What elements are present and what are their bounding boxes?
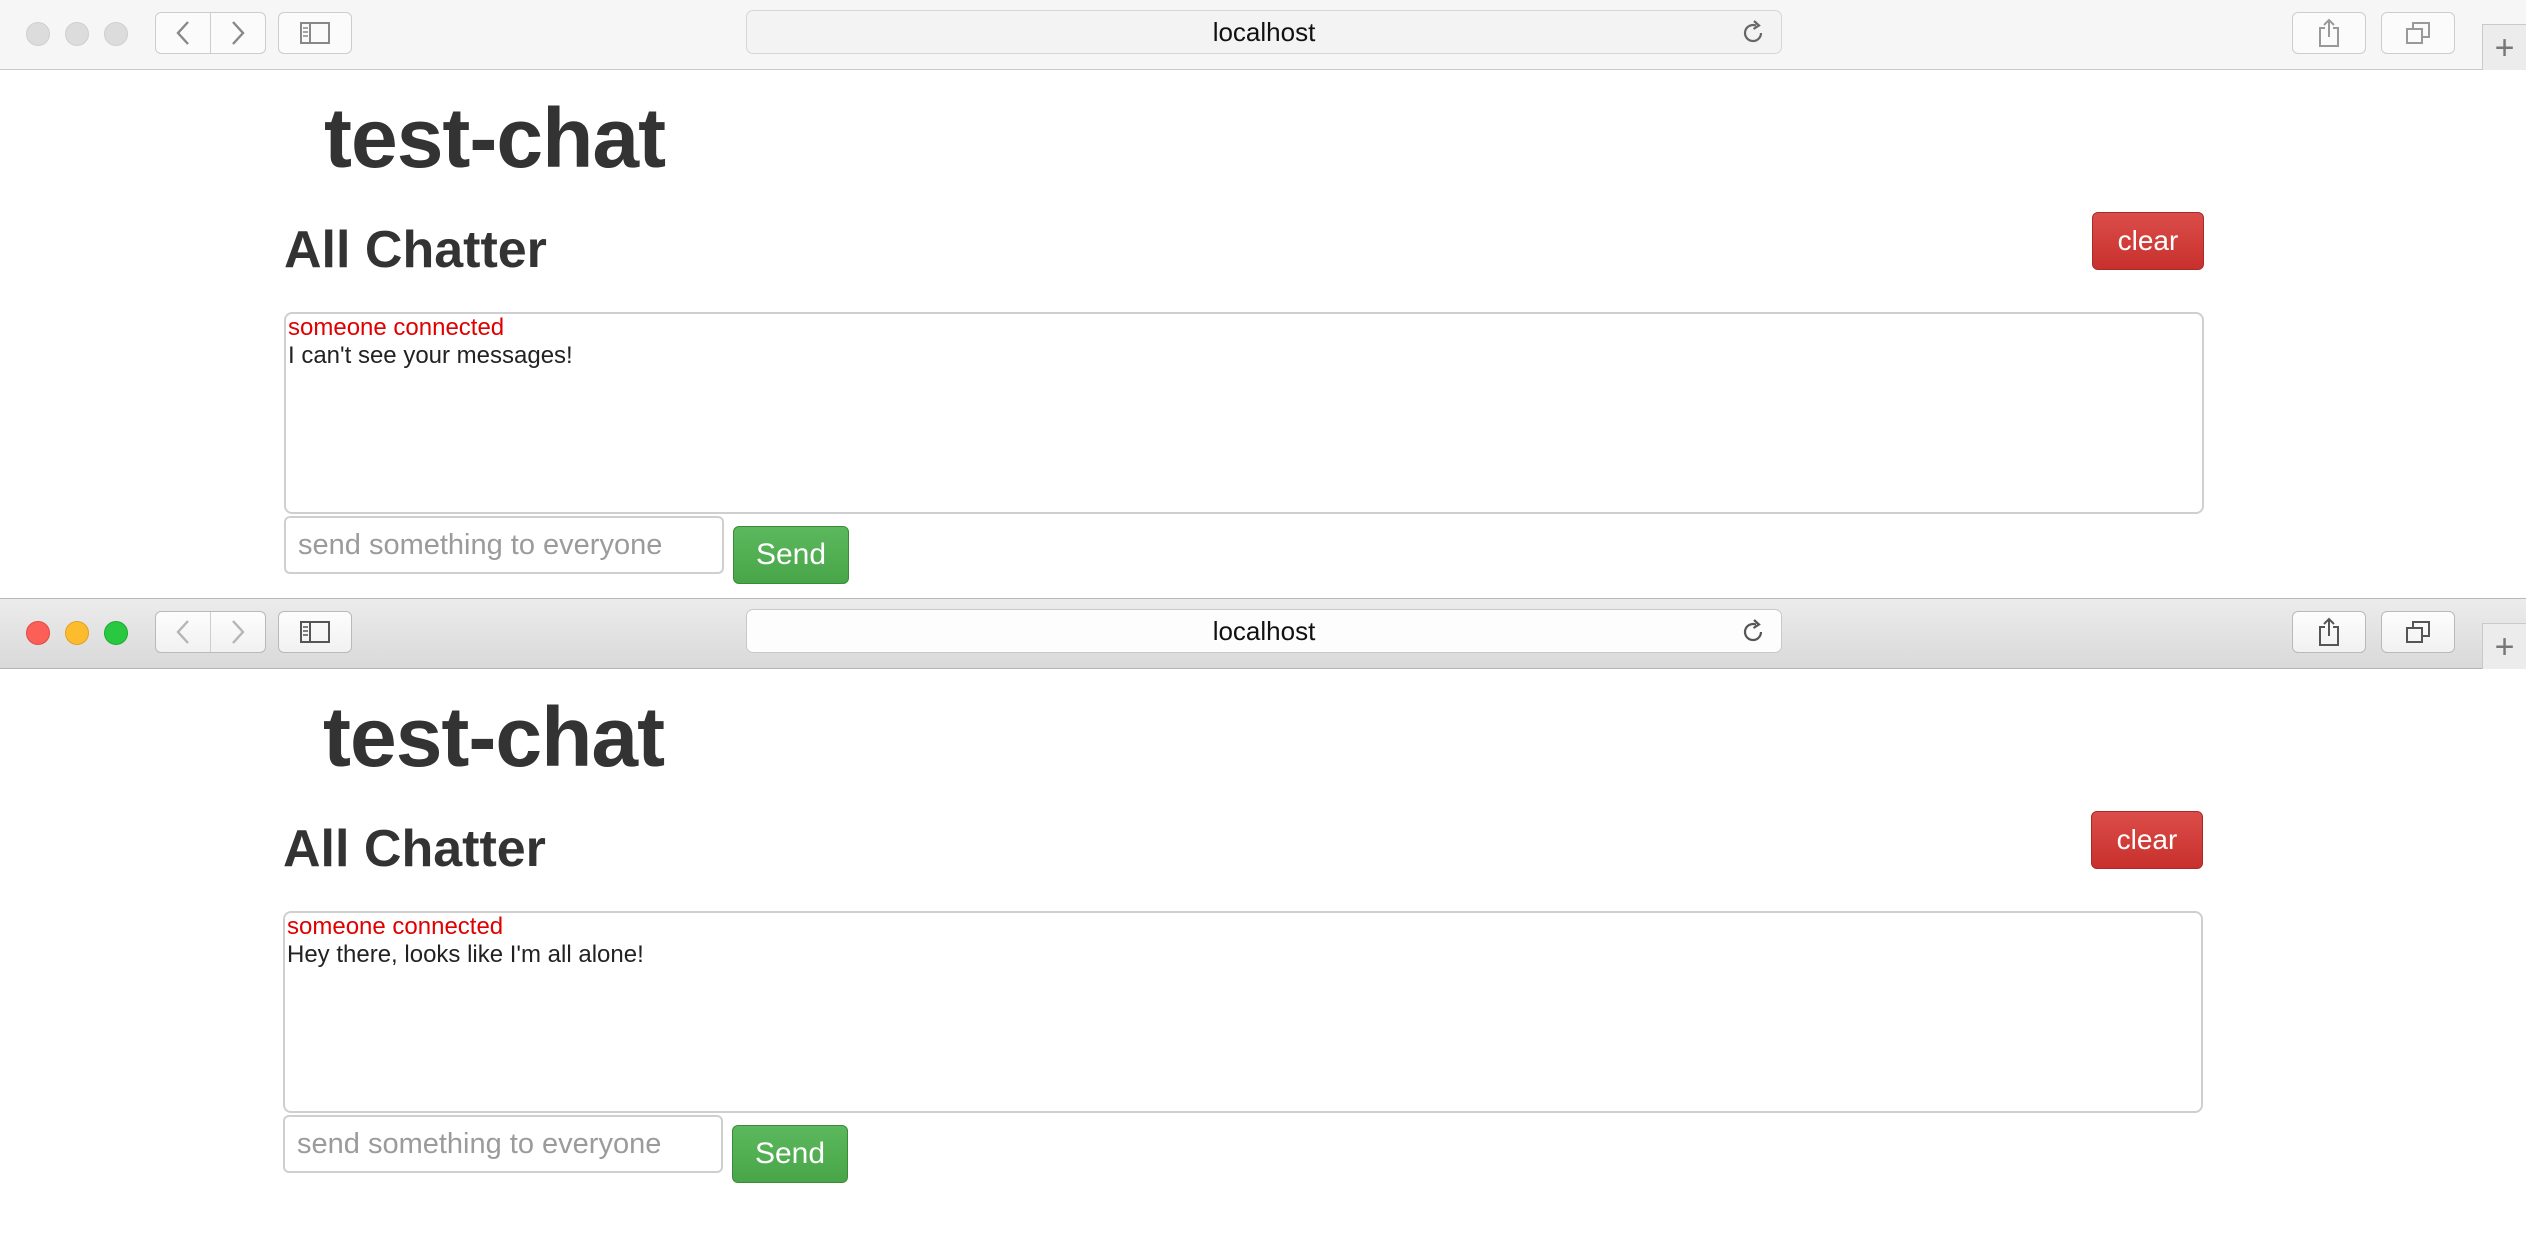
- back-button[interactable]: [156, 13, 210, 53]
- system-message: someone connected: [287, 913, 504, 940]
- share-icon: [2317, 18, 2341, 48]
- show-sidebar-button[interactable]: [278, 611, 352, 653]
- sidebar-icon: [300, 22, 330, 44]
- message-input[interactable]: [283, 1115, 723, 1173]
- close-window-button[interactable]: [26, 621, 50, 645]
- plus-icon: +: [2494, 627, 2515, 666]
- tabs-overview-button[interactable]: [2381, 611, 2455, 653]
- chevron-left-icon: [174, 20, 192, 46]
- back-button[interactable]: [156, 612, 210, 652]
- clear-button[interactable]: clear: [2092, 212, 2204, 270]
- plus-icon: +: [2494, 28, 2515, 67]
- zoom-window-button[interactable]: [104, 621, 128, 645]
- app-title: test-chat: [324, 91, 666, 185]
- tabs-overview-icon: [2405, 620, 2431, 644]
- system-message: someone connected: [288, 314, 505, 341]
- history-nav-group: [155, 611, 266, 653]
- section-title: All Chatter: [283, 820, 546, 878]
- chevron-left-icon: [174, 619, 192, 645]
- reload-icon[interactable]: [1739, 19, 1767, 47]
- share-icon: [2317, 617, 2341, 647]
- address-bar[interactable]: localhost: [746, 10, 1782, 54]
- send-button[interactable]: Send: [732, 1125, 848, 1183]
- forward-button[interactable]: [210, 13, 265, 53]
- new-tab-button[interactable]: +: [2482, 623, 2526, 669]
- share-button[interactable]: [2292, 611, 2366, 653]
- messages-box[interactable]: someone connected I can't see your messa…: [284, 312, 2204, 514]
- message-input[interactable]: [284, 516, 724, 574]
- section-title: All Chatter: [284, 221, 547, 279]
- chevron-right-icon: [229, 20, 247, 46]
- history-nav-group: [155, 12, 266, 54]
- new-tab-button[interactable]: +: [2482, 24, 2526, 70]
- minimize-window-button[interactable]: [65, 621, 89, 645]
- reload-icon[interactable]: [1739, 618, 1767, 646]
- close-window-button[interactable]: [26, 22, 50, 46]
- address-text: localhost: [1212, 16, 1316, 47]
- browser-toolbar: localhost +: [0, 0, 2526, 70]
- zoom-window-button[interactable]: [104, 22, 128, 46]
- forward-button[interactable]: [210, 612, 265, 652]
- send-button[interactable]: Send: [733, 526, 849, 584]
- chevron-right-icon: [229, 619, 247, 645]
- address-bar[interactable]: localhost: [746, 609, 1782, 653]
- share-button[interactable]: [2292, 12, 2366, 54]
- app-title: test-chat: [323, 690, 665, 784]
- show-sidebar-button[interactable]: [278, 12, 352, 54]
- browser-toolbar: localhost +: [0, 599, 2526, 669]
- tabs-overview-icon: [2405, 21, 2431, 45]
- address-text: localhost: [1212, 615, 1316, 646]
- browser-window-bottom: localhost + test-chat All Chatter clear …: [0, 598, 2526, 1235]
- chat-message: I can't see your messages!: [288, 342, 573, 369]
- minimize-window-button[interactable]: [65, 22, 89, 46]
- chat-message: Hey there, looks like I'm all alone!: [287, 941, 644, 968]
- clear-button[interactable]: clear: [2091, 811, 2203, 869]
- tabs-overview-button[interactable]: [2381, 12, 2455, 54]
- messages-box[interactable]: someone connected Hey there, looks like …: [283, 911, 2203, 1113]
- sidebar-icon: [300, 621, 330, 643]
- browser-window-top: localhost + test-chat All Chatter clear …: [0, 0, 2526, 594]
